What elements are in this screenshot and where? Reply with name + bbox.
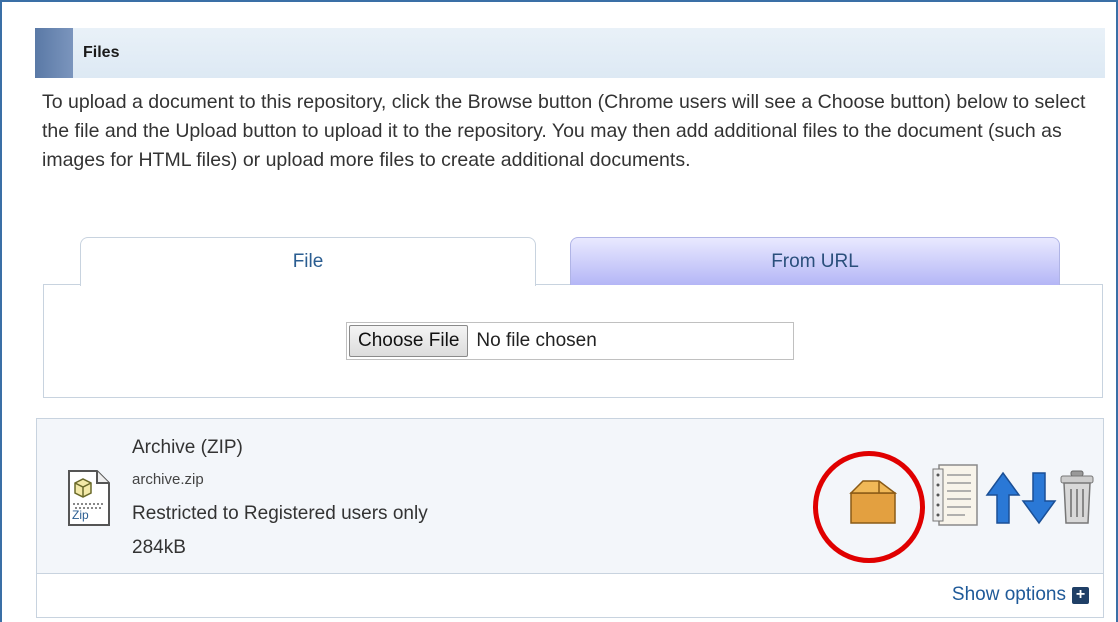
details-icon[interactable] bbox=[931, 463, 979, 532]
document-actions bbox=[845, 463, 1105, 543]
file-status-text: No file chosen bbox=[476, 330, 597, 351]
trash-icon[interactable] bbox=[1059, 469, 1095, 530]
tab-from-url[interactable]: From URL bbox=[570, 237, 1060, 285]
tab-file-label: File bbox=[292, 251, 324, 272]
show-options-link[interactable]: Show options + bbox=[952, 584, 1089, 606]
document-format: Archive (ZIP) bbox=[132, 437, 243, 458]
document-footer: Show options + bbox=[37, 574, 1103, 617]
zip-file-icon[interactable]: Zip bbox=[67, 469, 111, 532]
document-details: Zip Archive (ZIP) archive.zip Restricted… bbox=[37, 419, 1103, 574]
choose-file-button[interactable]: Choose File bbox=[349, 325, 469, 357]
plus-icon: + bbox=[1072, 586, 1089, 604]
tab-file[interactable]: File bbox=[80, 237, 536, 286]
document-box: Zip Archive (ZIP) archive.zip Restricted… bbox=[36, 418, 1104, 618]
open-archive-icon[interactable] bbox=[849, 477, 898, 530]
show-options-label: Show options bbox=[951, 584, 1066, 605]
intro-text: To upload a document to this repository,… bbox=[42, 91, 1086, 171]
section-title: Files bbox=[83, 44, 120, 61]
header-accent-bar bbox=[35, 28, 73, 78]
move-down-icon[interactable] bbox=[1021, 471, 1057, 530]
tab-from-url-label: From URL bbox=[771, 250, 859, 272]
document-access: Restricted to Registered users only bbox=[132, 503, 428, 524]
file-input[interactable]: Choose File No file chosen bbox=[346, 322, 794, 360]
document-size: 284kB bbox=[132, 537, 186, 558]
zip-icon-label: Zip bbox=[72, 508, 89, 522]
section-header: Files bbox=[35, 28, 1105, 78]
move-up-icon[interactable] bbox=[985, 471, 1021, 530]
document-filename[interactable]: archive.zip bbox=[132, 471, 204, 488]
